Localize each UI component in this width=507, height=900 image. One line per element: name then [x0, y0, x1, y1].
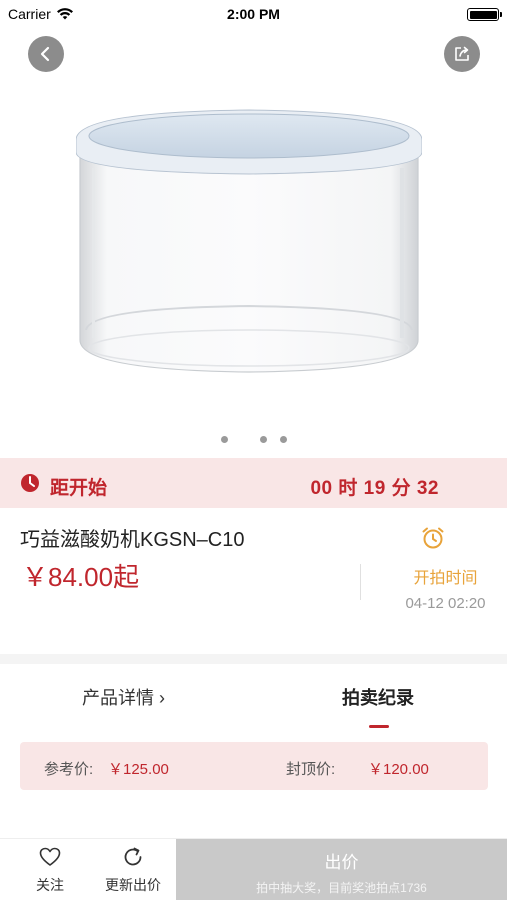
reference-price-value: ￥125.00	[108, 761, 169, 778]
price-summary: 参考价: ￥125.00 封顶价: ￥120.00	[20, 742, 488, 790]
tab-auction-records[interactable]: 拍卖纪录	[342, 684, 414, 710]
refresh-icon	[124, 847, 142, 866]
product-name: 巧益滋酸奶机KGSN–C10	[20, 529, 245, 551]
status-time: 2:00 PM	[227, 6, 280, 22]
chevron-left-icon	[40, 46, 50, 62]
page-dot[interactable]	[260, 436, 267, 443]
share-button[interactable]	[444, 36, 480, 72]
bid-button[interactable]: 出价 拍中抽大奖，目前奖池拍点1736	[176, 839, 507, 900]
bid-button-label: 出价	[324, 853, 359, 872]
cap-price-label: 封顶价:	[286, 761, 336, 778]
back-button[interactable]	[28, 36, 64, 72]
countdown-bar: 距开始 00 时 19 分 32	[0, 458, 507, 508]
status-bar: Carrier 2:00 PM	[0, 0, 507, 28]
clock-icon	[21, 474, 39, 492]
product-price: ￥84.00起	[22, 562, 140, 592]
alarm-clock-icon	[422, 527, 444, 549]
cap-price-value: ￥120.00	[368, 761, 429, 778]
product-image-carousel[interactable]	[0, 28, 507, 458]
bottom-action-bar: 关注 更新出价 出价 拍中抽大奖，目前奖池拍点1736	[0, 838, 507, 900]
heart-icon	[39, 847, 61, 866]
page-dot[interactable]	[280, 436, 287, 443]
tab-selected-indicator	[369, 725, 389, 728]
section-separator	[0, 654, 507, 664]
auction-start-time: 04-12 02:20	[405, 595, 486, 612]
battery-icon	[467, 8, 502, 21]
follow-label: 关注	[36, 877, 64, 893]
page-indicator	[0, 436, 507, 446]
page-dot[interactable]	[221, 436, 228, 443]
follow-button[interactable]: 关注	[30, 845, 70, 895]
tab-product-details[interactable]: 产品详情 ›	[82, 684, 165, 710]
countdown-label: 距开始	[50, 478, 108, 499]
share-icon	[455, 46, 469, 61]
auction-start-label: 开拍时间	[413, 570, 478, 587]
refresh-bid-label: 更新出价	[105, 877, 161, 893]
product-image	[76, 109, 422, 373]
refresh-bid-button[interactable]: 更新出价	[96, 845, 170, 895]
bid-button-subtitle: 拍中抽大奖，目前奖池拍点1736	[256, 881, 427, 895]
countdown-timer: 00 时 19 分 32	[310, 478, 439, 499]
reference-price-label: 参考价:	[44, 761, 94, 778]
